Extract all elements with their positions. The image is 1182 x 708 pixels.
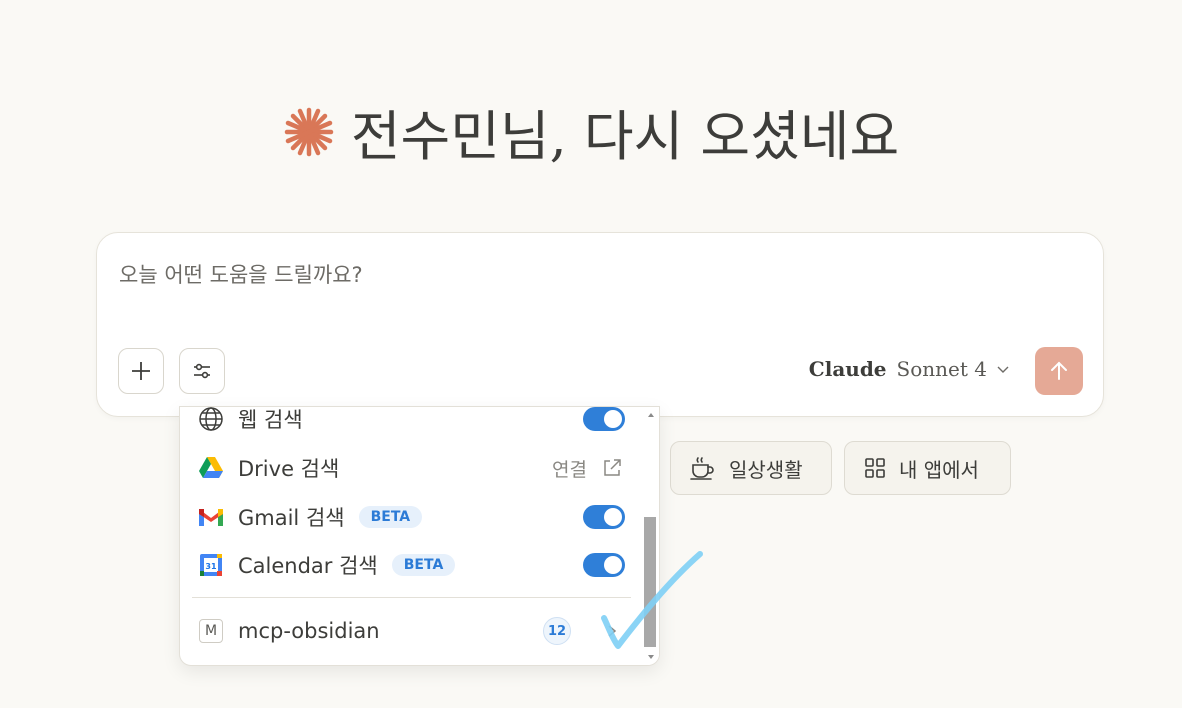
web-search-toggle[interactable] bbox=[583, 407, 625, 431]
menu-item-calendar-search[interactable]: 31 Calendar 검색 BETA bbox=[198, 545, 625, 585]
calendar-day-number: 31 bbox=[205, 562, 217, 571]
gmail-search-toggle[interactable] bbox=[583, 505, 625, 529]
model-brand: Claude bbox=[808, 357, 887, 381]
menu-item-label: mcp-obsidian bbox=[238, 619, 380, 643]
add-content-button[interactable] bbox=[118, 348, 164, 394]
sliders-icon bbox=[194, 363, 210, 379]
gmail-icon bbox=[198, 504, 224, 530]
external-link-icon bbox=[604, 459, 621, 476]
menu-item-label: 웹 검색 bbox=[238, 408, 303, 432]
drive-connect-link[interactable]: 연결 bbox=[552, 455, 623, 482]
menu-divider bbox=[192, 597, 631, 598]
chip-daily-life-label: 일상생활 bbox=[729, 457, 803, 482]
message-composer[interactable]: 오늘 어떤 도움을 드릴까요? Claude Sonnet 4 bbox=[96, 232, 1104, 417]
plus-icon bbox=[132, 362, 150, 380]
menu-item-gmail-search[interactable]: Gmail 검색 BETA bbox=[198, 497, 625, 537]
greeting-title: 전수민님, 다시 오셨네요 bbox=[350, 105, 900, 168]
claude-spark-icon bbox=[284, 107, 334, 156]
message-input[interactable]: 오늘 어떤 도움을 드릴까요? bbox=[119, 259, 363, 289]
menu-item-label: Calendar 검색 bbox=[238, 554, 378, 578]
chip-daily-life[interactable]: 일상생활 bbox=[670, 441, 832, 495]
checkmark-annotation bbox=[601, 551, 703, 649]
mcp-server-icon: M bbox=[198, 618, 224, 644]
tools-settings-button[interactable] bbox=[179, 348, 225, 394]
send-button[interactable] bbox=[1035, 347, 1083, 395]
server-initial: M bbox=[199, 619, 223, 643]
beta-badge: BETA bbox=[391, 554, 456, 576]
arrow-up-icon bbox=[1051, 361, 1067, 380]
connect-label: 연결 bbox=[552, 458, 587, 481]
grid-icon bbox=[865, 458, 885, 478]
globe-icon bbox=[198, 407, 224, 432]
menu-item-label: Drive 검색 bbox=[238, 457, 340, 481]
chip-from-my-apps-label: 내 앱에서 bbox=[899, 457, 979, 482]
chip-from-my-apps[interactable]: 내 앱에서 bbox=[844, 441, 1011, 495]
model-name: Sonnet 4 bbox=[896, 357, 987, 381]
scroll-down-arrow[interactable] bbox=[648, 655, 654, 659]
scroll-up-arrow[interactable] bbox=[648, 413, 654, 417]
model-selector[interactable]: Claude Sonnet 4 bbox=[809, 357, 1011, 381]
menu-item-drive-search[interactable]: Drive 검색 연결 bbox=[198, 448, 625, 488]
tool-count-badge: 12 bbox=[543, 617, 571, 645]
chevron-down-icon bbox=[997, 366, 1009, 373]
greeting-header: 전수민님, 다시 오셨네요 bbox=[0, 92, 1182, 171]
menu-item-web-search[interactable]: 웹 검색 bbox=[198, 407, 625, 439]
coffee-cup-icon bbox=[690, 457, 714, 480]
google-drive-icon bbox=[198, 455, 224, 481]
menu-item-label: Gmail 검색 bbox=[238, 506, 345, 530]
beta-badge: BETA bbox=[358, 506, 423, 528]
tools-menu: 웹 검색 Drive 검색 연결 Gmail 검색 BETA 31 Calend… bbox=[179, 406, 660, 666]
google-calendar-icon: 31 bbox=[198, 552, 224, 578]
menu-item-mcp-obsidian[interactable]: M mcp-obsidian 12 bbox=[198, 611, 625, 651]
